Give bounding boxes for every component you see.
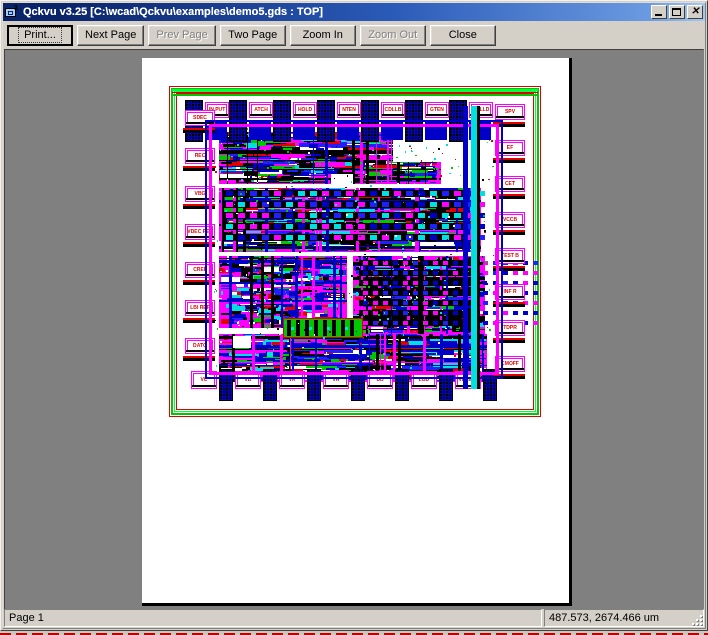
zoom-in-button-label: Zoom In	[303, 29, 343, 41]
status-page-label: Page 1	[9, 612, 44, 624]
prev-page-button: Prev Page	[148, 25, 215, 46]
maximize-restore-icon[interactable]	[669, 5, 685, 19]
preview-page-sheet	[142, 58, 572, 606]
close-icon[interactable]: ✕	[687, 5, 703, 19]
desktop-sliver	[0, 631, 708, 635]
print-button-label: Print...	[18, 27, 62, 43]
prev-page-button-label: Prev Page	[156, 29, 207, 41]
minimize-icon[interactable]	[651, 5, 667, 19]
close-preview-button-label: Close	[449, 29, 477, 41]
status-coordinates-pane: 487.573, 2674.466 um	[544, 609, 704, 627]
close-preview-button[interactable]: Close	[430, 25, 496, 46]
preview-toolbar: Print... Next Page Prev Page Two Page Zo…	[3, 22, 705, 48]
qckvu-app-icon: 3	[4, 5, 20, 20]
window-controls: ✕	[651, 5, 703, 19]
status-coordinates-label: 487.573, 2674.466 um	[549, 612, 659, 624]
zoom-out-button: Zoom Out	[360, 25, 426, 46]
next-page-button-label: Next Page	[85, 29, 136, 41]
status-bar: Page 1 487.573, 2674.466 um	[4, 609, 704, 627]
title-bar[interactable]: 3 Qckvu v3.25 [C:\wcad\Qckvu\examples\de…	[3, 3, 705, 21]
two-page-button-label: Two Page	[228, 29, 277, 41]
resize-grip-icon[interactable]	[689, 612, 702, 625]
two-page-button[interactable]: Two Page	[220, 25, 286, 46]
zoom-in-button[interactable]: Zoom In	[290, 25, 356, 46]
gds-layout-artwork	[169, 86, 541, 417]
print-button[interactable]: Print...	[7, 25, 73, 46]
status-page-pane: Page 1	[4, 609, 542, 627]
preview-client-area[interactable]	[4, 49, 704, 611]
print-preview-window: 3 Qckvu v3.25 [C:\wcad\Qckvu\examples\de…	[0, 0, 708, 631]
next-page-button[interactable]: Next Page	[77, 25, 144, 46]
window-title: Qckvu v3.25 [C:\wcad\Qckvu\examples\demo…	[23, 6, 651, 18]
zoom-out-button-label: Zoom Out	[368, 29, 417, 41]
gds-layout-canvas	[169, 86, 541, 417]
